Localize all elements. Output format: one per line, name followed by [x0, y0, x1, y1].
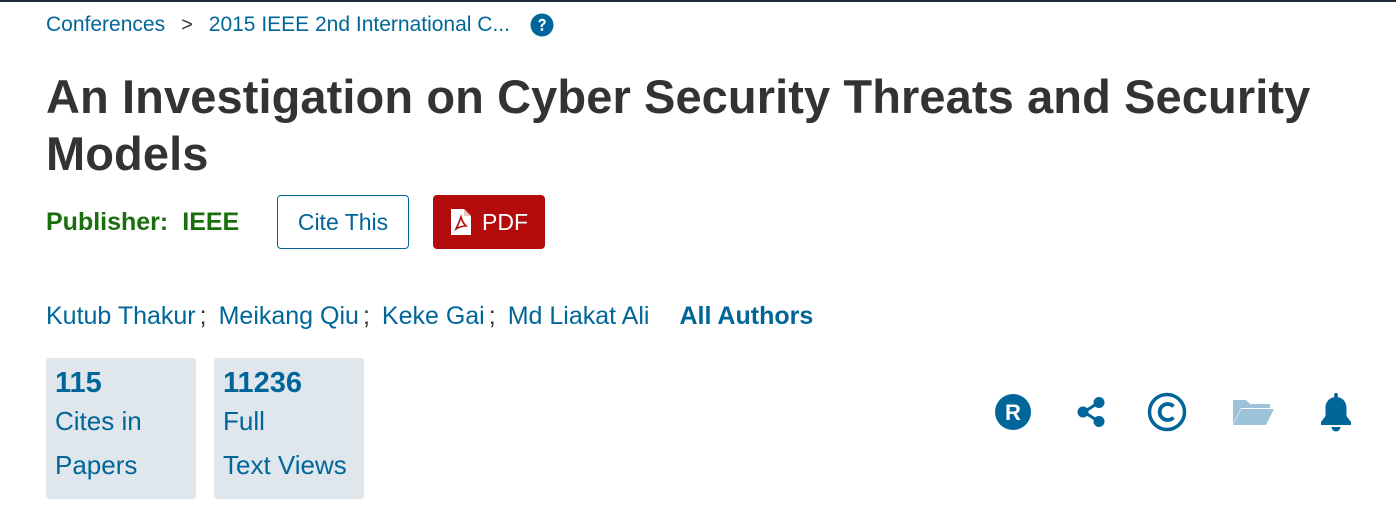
author-separator: ;: [488, 302, 496, 330]
all-authors-link[interactable]: All Authors: [679, 302, 813, 331]
svg-text:R: R: [1005, 400, 1021, 425]
author-link[interactable]: Keke Gai: [382, 302, 485, 331]
author-link[interactable]: Meikang Qiu: [219, 302, 359, 331]
page-title: An Investigation on Cyber Security Threa…: [46, 70, 1311, 180]
cites-in-papers-metric[interactable]: 115 Cites in Papers: [46, 358, 196, 499]
publisher: Publisher: IEEE: [46, 208, 239, 237]
author-link[interactable]: Kutub Thakur: [46, 302, 196, 331]
article-actions: R: [993, 390, 1363, 434]
pdf-file-icon: [450, 208, 472, 236]
pdf-button-label: PDF: [482, 208, 528, 235]
cites-count: 115: [55, 367, 102, 399]
breadcrumb-separator: >: [181, 13, 193, 36]
author-separator: ;: [199, 302, 207, 330]
publisher-name: IEEE: [182, 208, 240, 236]
pdf-button[interactable]: PDF: [433, 195, 545, 249]
cites-label-line2: Papers: [55, 450, 138, 480]
breadcrumb-conferences[interactable]: Conferences: [46, 13, 165, 37]
cites-label-line1: Cites in: [55, 406, 142, 436]
breadcrumb: Conferences > 2015 IEEE 2nd Internationa…: [46, 10, 554, 40]
breadcrumb-conference-name[interactable]: 2015 IEEE 2nd International C...: [209, 13, 510, 37]
cite-this-button[interactable]: Cite This: [277, 195, 409, 249]
rights-permissions-icon[interactable]: R: [993, 390, 1033, 434]
author-link[interactable]: Md Liakat Ali: [508, 302, 650, 331]
publisher-label: Publisher:: [46, 208, 169, 236]
bell-icon[interactable]: [1316, 390, 1356, 434]
views-label-line2: Text Views: [223, 450, 347, 480]
copyright-icon[interactable]: [1147, 390, 1187, 434]
top-rule: [0, 0, 1396, 2]
full-text-views-metric[interactable]: 11236 Full Text Views: [214, 358, 364, 499]
views-label-line1: Full: [223, 406, 265, 436]
folder-icon[interactable]: [1231, 390, 1275, 434]
author-separator: ;: [362, 302, 370, 330]
question-circle-icon[interactable]: [530, 13, 554, 37]
authors-list: Kutub Thakur ; Meikang Qiu ; Keke Gai ; …: [46, 302, 813, 331]
share-icon[interactable]: [1071, 390, 1111, 434]
views-count: 11236: [223, 367, 303, 399]
